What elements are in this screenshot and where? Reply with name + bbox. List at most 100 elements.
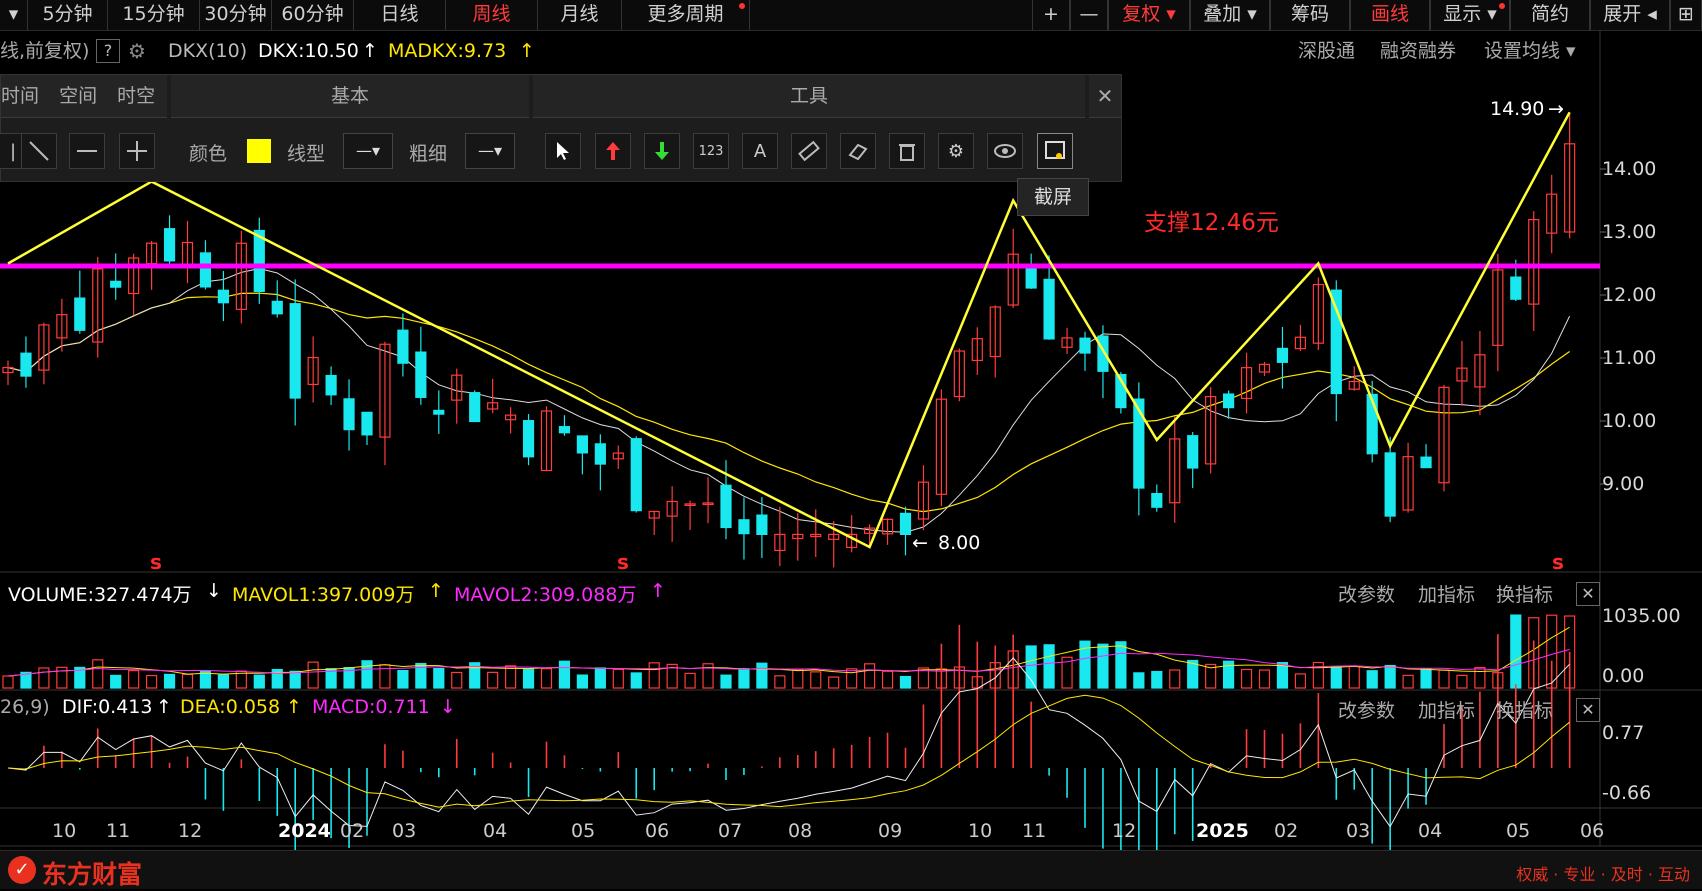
volume-bar xyxy=(558,660,571,689)
switch-indicator-button[interactable]: 换指标 xyxy=(1496,696,1553,723)
volume-bar xyxy=(146,674,158,689)
brand-logo-icon: ✓ xyxy=(8,856,36,884)
time-tool-tab[interactable]: 时间 xyxy=(1,85,39,107)
candle-body xyxy=(20,352,32,377)
time-tick: 06 xyxy=(1580,820,1605,842)
close-icon[interactable]: ✕ xyxy=(1089,75,1121,118)
volume-bar xyxy=(1025,645,1037,689)
volume-bar xyxy=(1043,644,1055,689)
volume-bar xyxy=(738,668,750,689)
macd-axis-top: 0.77 xyxy=(1602,722,1645,744)
trash-icon[interactable] xyxy=(889,133,925,169)
text-icon[interactable]: A xyxy=(742,133,778,169)
volume-bar xyxy=(433,667,445,689)
close-icon[interactable]: ✕ xyxy=(1576,582,1600,606)
arrow-left-icon: ← xyxy=(912,532,928,554)
volume-bar xyxy=(1294,673,1307,689)
volume-bar xyxy=(881,670,894,689)
candle-body xyxy=(1187,435,1199,469)
volume-bar xyxy=(1366,670,1378,689)
cursor-icon[interactable] xyxy=(545,133,581,169)
volume-bar xyxy=(181,673,194,689)
diagonal-line-icon[interactable] xyxy=(21,133,57,169)
color-swatch[interactable] xyxy=(247,139,271,163)
spacetime-tool-tab[interactable]: 时空 xyxy=(117,85,155,107)
volume-bar xyxy=(899,675,912,689)
candle-body xyxy=(217,289,229,304)
add-indicator-button[interactable]: 加指标 xyxy=(1418,696,1475,723)
macd-value: MACD:0.711 xyxy=(312,696,430,718)
edit-params-button[interactable]: 改参数 xyxy=(1338,580,1395,607)
volume-bar xyxy=(217,674,229,689)
volume-bar xyxy=(863,663,876,689)
time-tick: 04 xyxy=(1418,820,1443,842)
volume-bar xyxy=(487,671,499,689)
time-tick: 03 xyxy=(1346,820,1371,842)
space-tool-tab[interactable]: 空间 xyxy=(59,85,97,107)
volume-bar xyxy=(612,668,624,689)
volume-bar xyxy=(1240,668,1253,689)
volume-bar xyxy=(1438,669,1450,689)
switch-indicator-button[interactable]: 换指标 xyxy=(1496,580,1553,607)
close-icon[interactable]: ✕ xyxy=(1576,698,1600,722)
time-tick: 05 xyxy=(1506,820,1531,842)
time-tick: 2025 xyxy=(1196,820,1249,842)
settings-icon[interactable]: ⚙ xyxy=(938,133,974,169)
volume-bar xyxy=(289,670,301,689)
thickness-label: 粗细 xyxy=(409,143,448,165)
price-tick: 11.00 xyxy=(1602,347,1657,369)
time-tick: 2024 xyxy=(278,820,331,842)
volume-bar xyxy=(163,673,176,689)
candle-body xyxy=(325,374,337,396)
volume-bar xyxy=(1115,641,1127,689)
time-tick: 04 xyxy=(483,820,508,842)
signal-marker[interactable]: s xyxy=(150,550,162,574)
eraser-icon[interactable] xyxy=(840,133,876,169)
color-label: 颜色 xyxy=(189,143,228,165)
panel-left-header: 时间 空间 时空 xyxy=(1,75,167,118)
add-indicator-button[interactable]: 加指标 xyxy=(1418,580,1475,607)
drawing-tools-panel: 时间 空间 时空 基本 工具 ✕ | 颜色 线型 —▾ 粗细 —▾ 123 A … xyxy=(0,74,1122,182)
mavol2-value: MAVOL2:309.088万 xyxy=(454,584,637,606)
edit-params-button[interactable]: 改参数 xyxy=(1338,696,1395,723)
volume-bar xyxy=(361,660,373,689)
price-tick: 9.00 xyxy=(1602,473,1645,495)
brand-name: 东方财富 xyxy=(42,860,143,889)
candle-body xyxy=(1222,393,1235,409)
volume-bar xyxy=(576,674,589,689)
volume-bar xyxy=(110,674,122,689)
volume-bar xyxy=(1258,669,1271,689)
candle-body xyxy=(1133,398,1145,489)
volume-bar xyxy=(594,667,606,689)
linetype-select[interactable]: —▾ xyxy=(343,133,393,169)
candle-body xyxy=(558,426,571,434)
macd-params: 26,9) xyxy=(0,696,50,718)
price-tick: 10.00 xyxy=(1602,410,1657,432)
ruler-icon[interactable] xyxy=(791,133,827,169)
candle-body xyxy=(271,300,283,315)
brand-slogan: 权威 · 专业 · 及时 · 互动 xyxy=(1516,865,1690,884)
up-arrow-icon: ↑ xyxy=(286,696,302,718)
eye-icon[interactable] xyxy=(987,133,1023,169)
volume-bar xyxy=(774,675,786,689)
volume-bar xyxy=(1420,668,1432,689)
candle-body xyxy=(397,329,409,364)
volume-bar xyxy=(1510,614,1522,689)
time-tick: 08 xyxy=(788,820,813,842)
time-tick: 12 xyxy=(1112,820,1137,842)
thickness-select[interactable]: —▾ xyxy=(465,133,515,169)
volume-bar xyxy=(1097,643,1109,689)
horizontal-line-icon[interactable] xyxy=(69,133,105,169)
volume-bar xyxy=(792,669,804,689)
up-arrow-marker-icon[interactable] xyxy=(595,133,631,169)
signal-marker[interactable]: s xyxy=(1552,550,1564,574)
crosshair-icon[interactable] xyxy=(119,133,155,169)
signal-marker[interactable]: s xyxy=(617,550,629,574)
volume-bar xyxy=(1384,664,1396,689)
down-arrow-marker-icon[interactable] xyxy=(644,133,680,169)
screenshot-icon[interactable] xyxy=(1037,133,1073,169)
volume-bar xyxy=(1151,670,1163,689)
number-marker-icon[interactable]: 123 xyxy=(693,133,729,169)
time-tick: 02 xyxy=(1274,820,1299,842)
up-arrow-icon: ↑ xyxy=(428,580,444,602)
